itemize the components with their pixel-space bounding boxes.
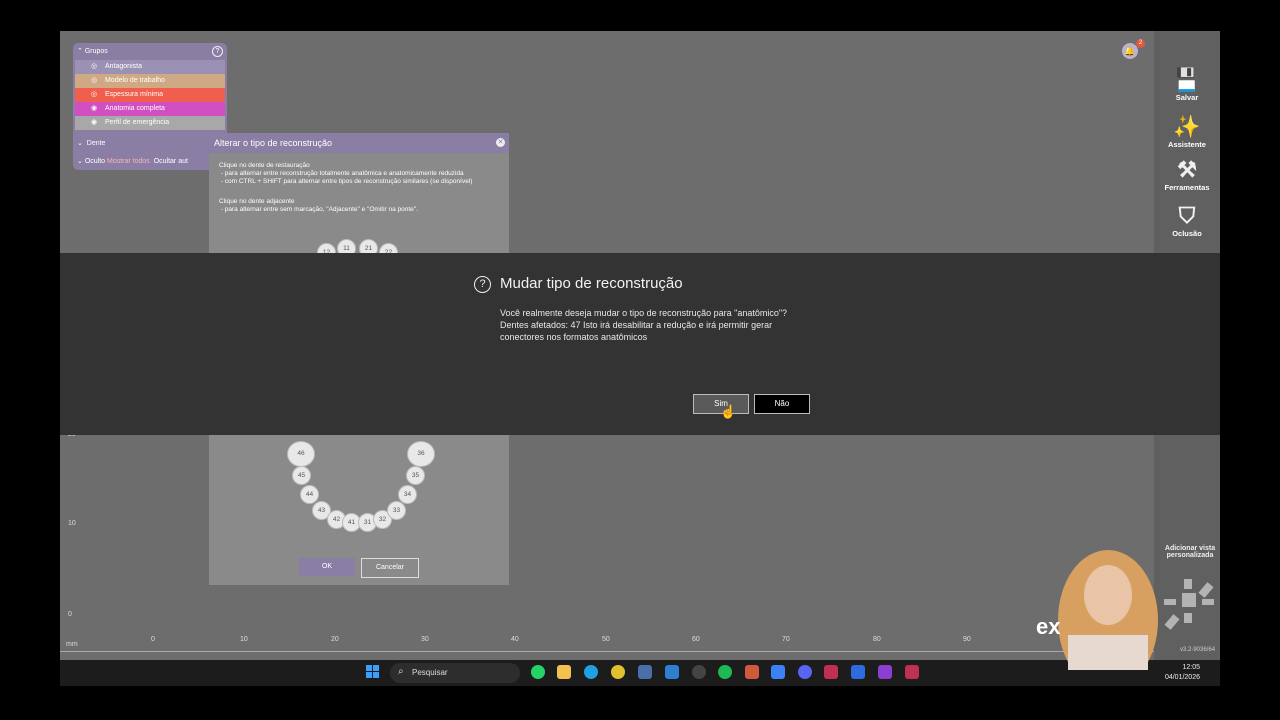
ruler-unit: mm (66, 641, 78, 648)
show-all-link[interactable]: Mostrar todos (107, 158, 150, 165)
hide-link[interactable]: Ocultar aut (154, 158, 188, 165)
occlusion-label: Oclusão (1172, 229, 1202, 238)
dente-section[interactable]: ⌄ Dente (77, 139, 105, 147)
tooth[interactable]: 45 (292, 466, 311, 485)
eye-off-icon[interactable]: ◎ (91, 74, 97, 88)
eye-icon[interactable]: ◉ (91, 102, 97, 116)
tools-label: Ferramentas (1164, 183, 1210, 192)
group-item-min-thickness[interactable]: ◎ Espessura mínima (75, 88, 225, 102)
whatsapp-icon[interactable] (531, 665, 545, 679)
alter-dialog-title: Alterar o tipo de reconstrução (214, 138, 333, 148)
groups-header[interactable]: ⌃ Grupos (77, 47, 108, 55)
hand-cursor-icon: ☝ (720, 404, 737, 419)
clock-date: 04/01/2026 (1164, 674, 1200, 681)
chrome-icon[interactable] (611, 665, 625, 679)
help-icon[interactable]: ? (212, 46, 223, 57)
eye-off-icon[interactable]: ◎ (91, 88, 97, 102)
tooth[interactable]: 34 (398, 485, 417, 504)
file-explorer-icon[interactable] (557, 665, 571, 679)
search-icon: ⌕ (398, 666, 404, 677)
spotify-icon[interactable] (718, 665, 732, 679)
tools-button[interactable]: ⚒ Ferramentas (1154, 157, 1220, 192)
groups-panel: ⌃ Grupos ? ◎ Antagonista ◎ Modelo de tra… (73, 43, 227, 170)
ruler-x-tick: 70 (782, 636, 790, 643)
save-label: Salvar (1175, 93, 1199, 102)
tooth[interactable]: 46 (287, 441, 315, 467)
tooth[interactable]: 35 (406, 466, 425, 485)
magic-wand-icon: ✨ (1173, 114, 1201, 139)
group-item-full-anatomy[interactable]: ◉ Anatomia completa (75, 102, 225, 116)
exocad-icon[interactable] (824, 665, 838, 679)
windows-start-icon[interactable] (366, 665, 380, 679)
occlusion-icon: ⛉ (1178, 203, 1196, 228)
calculator-icon[interactable] (638, 665, 652, 679)
tooth[interactable]: 36 (407, 441, 435, 467)
zoom-icon[interactable] (851, 665, 865, 679)
notification-badge: 2 (1136, 39, 1145, 48)
save-icon: 💾 (1173, 67, 1201, 92)
close-icon[interactable]: ✕ (496, 138, 505, 147)
ruler-x-tick: 30 (421, 636, 429, 643)
modal-line: conectores nos formatos anatômicos (500, 332, 648, 342)
tooth[interactable]: 33 (387, 501, 406, 520)
presenter-video (1058, 550, 1158, 670)
group-item-emergence-profile[interactable]: ◉ Perfil de emergência (75, 116, 225, 130)
ok-button[interactable]: OK (299, 558, 355, 576)
modal-line: Você realmente deseja mudar o tipo de re… (500, 308, 788, 318)
assistant-button[interactable]: ✨ Assistente (1154, 114, 1220, 149)
cad-icon[interactable] (905, 665, 919, 679)
confirm-modal: ? Mudar tipo de reconstrução Você realme… (60, 253, 1220, 435)
group-item-working-model[interactable]: ◎ Modelo de trabalho (75, 74, 225, 88)
obs-icon[interactable] (692, 665, 706, 679)
ruler-x-tick: 60 (692, 636, 700, 643)
eye-off-icon[interactable]: ◎ (91, 60, 97, 74)
ruler-x-tick: 0 (151, 636, 155, 643)
eye-icon[interactable]: ◉ (91, 116, 97, 130)
cancel-button[interactable]: Cancelar (361, 558, 419, 578)
ruler-x: mm 0 10 20 30 40 50 60 70 80 90 (60, 636, 1154, 656)
oculto-section: ⌄ Oculto Mostrar todos Ocultar aut (77, 158, 188, 165)
taskbar-search[interactable]: ⌕ Pesquisar (390, 663, 520, 683)
group-item-antagonist[interactable]: ◎ Antagonista (75, 60, 225, 74)
modal-message: Você realmente deseja mudar o tipo de re… (500, 307, 840, 343)
ruler-x-tick: 20 (331, 636, 339, 643)
alter-dialog-instructions: Clique no dente de restauração - para al… (219, 162, 473, 185)
ruler-x-tick: 80 (873, 636, 881, 643)
save-button[interactable]: 💾 Salvar (1154, 67, 1220, 102)
alter-dialog-header: Alterar o tipo de reconstrução ✕ (209, 133, 509, 153)
tools-icon: ⚒ (1177, 157, 1197, 182)
ruler-y-tick: 10 (68, 520, 76, 527)
ruler-x-tick: 50 (602, 636, 610, 643)
ruler-x-tick: 10 (240, 636, 248, 643)
discord-icon[interactable] (798, 665, 812, 679)
modal-line: Dentes afetados: 47 Isto irá desabilitar… (500, 320, 773, 330)
occlusion-button[interactable]: ⛉ Oclusão (1154, 203, 1220, 238)
assistant-label: Assistente (1168, 140, 1206, 149)
no-button[interactable]: Não (754, 394, 810, 414)
video-editor-icon[interactable] (878, 665, 892, 679)
question-icon: ? (474, 276, 491, 293)
alter-dialog-instructions-2: Clique no dente adjacente - para alterna… (219, 198, 418, 213)
app-icon[interactable] (745, 665, 759, 679)
watermark: ex (1036, 614, 1061, 639)
ruler-y-tick: 0 (68, 611, 72, 618)
ruler-x-tick: 40 (511, 636, 519, 643)
modal-title: Mudar tipo de reconstrução (500, 275, 683, 292)
app-icon[interactable] (771, 665, 785, 679)
search-placeholder: Pesquisar (412, 668, 448, 677)
notepad-icon[interactable] (665, 665, 679, 679)
ruler-x-tick: 90 (963, 636, 971, 643)
edge-icon[interactable] (584, 665, 598, 679)
